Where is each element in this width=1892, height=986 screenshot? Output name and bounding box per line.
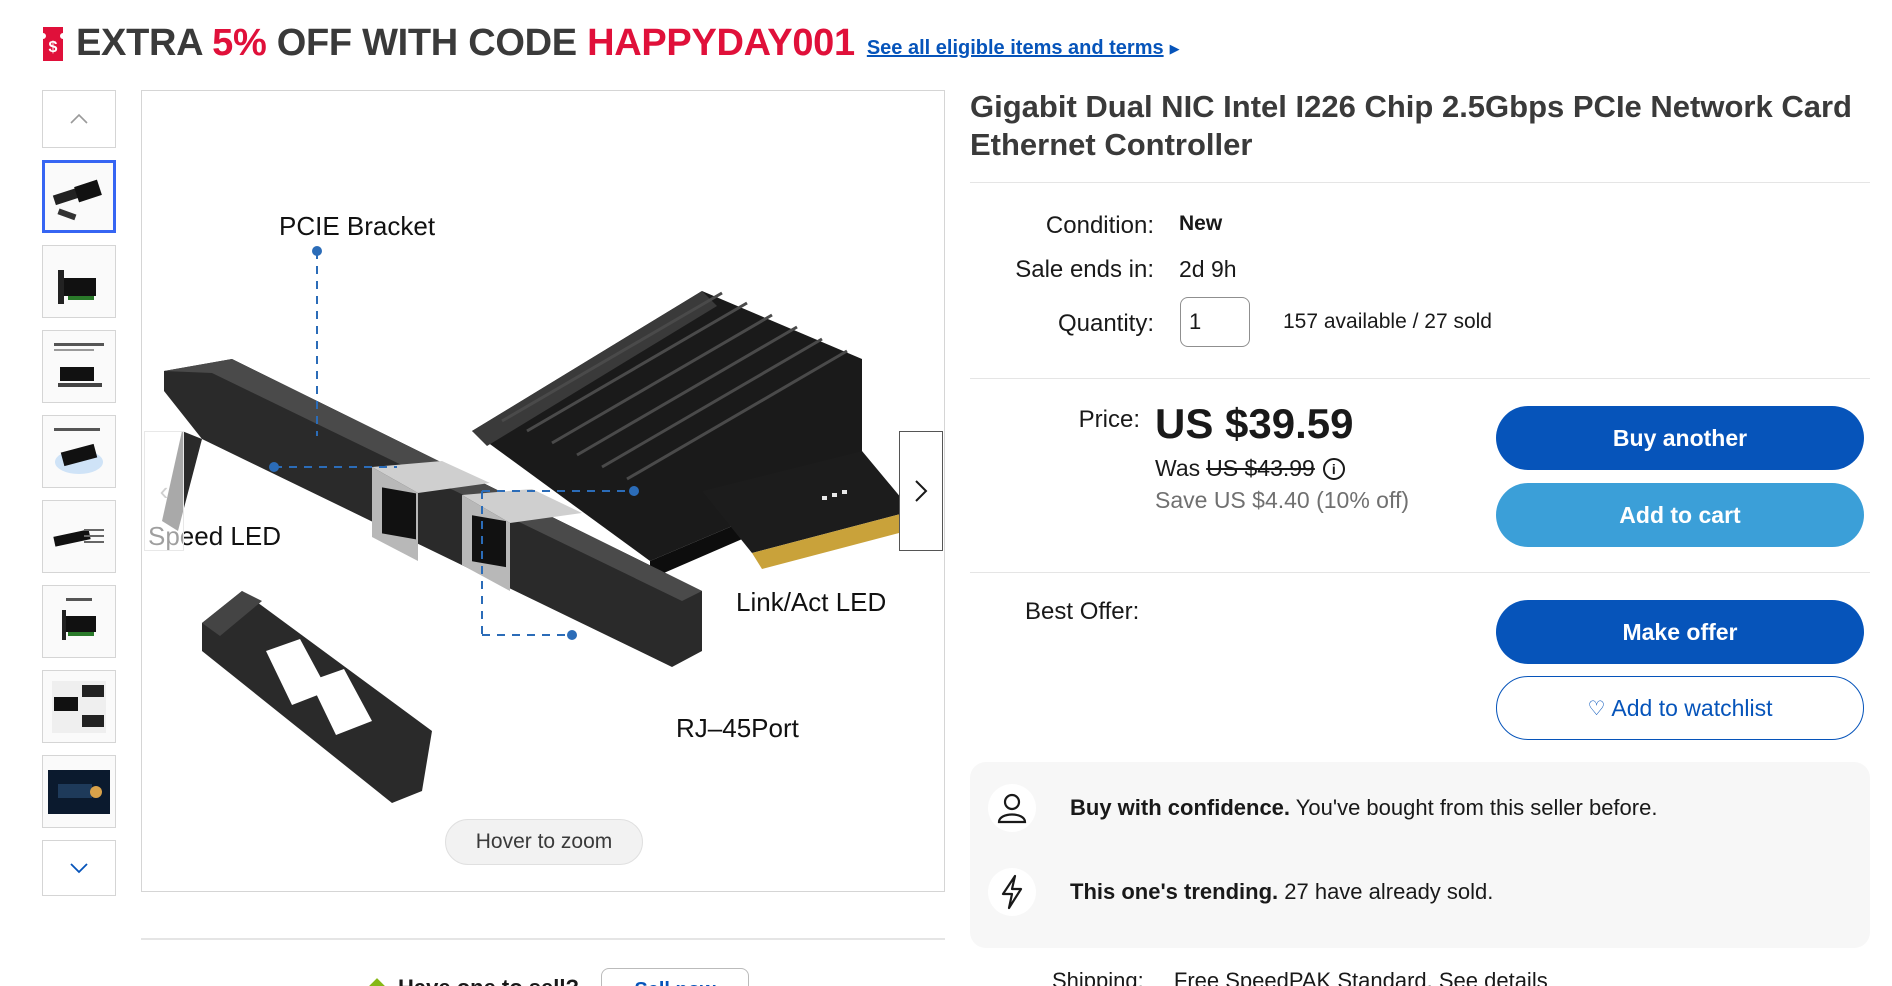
chevron-up-icon: [70, 113, 88, 124]
info-icon[interactable]: i: [1322, 457, 1345, 480]
was-label: Was: [1155, 455, 1201, 481]
label-link-act-led: Link/Act LED: [736, 587, 887, 617]
thumbnail-3[interactable]: [42, 330, 116, 403]
label-pcie-bracket: PCIE Bracket: [279, 211, 436, 241]
promo-banner: $ EXTRA 5% OFF WITH CODE HAPPYDAY001 See…: [40, 22, 1180, 65]
divider: [970, 572, 1870, 573]
confidence-text: Buy with confidence. You've bought from …: [1070, 795, 1658, 820]
gallery-divider: [141, 938, 945, 940]
thumbnail-image: [62, 597, 96, 640]
make-offer-button[interactable]: Make offer: [1496, 600, 1864, 664]
trending-row: This one's trending. 27 have already sol…: [988, 868, 1493, 916]
thumbnail-image: [54, 342, 104, 387]
thumbnail-1[interactable]: [42, 160, 116, 233]
trending-text: This one's trending. 27 have already sol…: [1070, 879, 1494, 904]
shipping-row: Shipping: Free SpeedPAK Standard. See de…: [1052, 968, 1548, 986]
coupon-tag-icon: $: [43, 26, 63, 61]
divider: [970, 378, 1870, 379]
was-price-row: Was US $43.99 i: [1155, 455, 1345, 482]
label-rj45-port: RJ–45Port: [676, 713, 799, 743]
sell-one-prompt: Have one to sell? Sell now: [367, 968, 749, 986]
main-product-image[interactable]: PCIE Bracket Speed LED Link/Act LED RJ–4…: [141, 90, 945, 892]
availability-text: 157 available / 27 sold: [1283, 310, 1492, 333]
thumbnail-scroll-up-button[interactable]: [42, 90, 116, 148]
listing-title: Gigabit Dual NIC Intel I226 Chip 2.5Gbps…: [970, 89, 1852, 162]
thumbnail-6[interactable]: [42, 585, 116, 658]
caret-right-icon: ▶: [1169, 40, 1180, 56]
thumbnail-8[interactable]: [42, 755, 116, 828]
hover-to-zoom-hint: Hover to zoom: [445, 819, 643, 865]
thumbnail-image: [48, 769, 110, 814]
heart-icon: ♡: [1587, 697, 1606, 720]
thumbnail-strip: [42, 90, 116, 896]
confidence-row: Buy with confidence. You've bought from …: [988, 784, 1657, 832]
promo-headline: EXTRA 5% OFF WITH CODE HAPPYDAY001: [76, 22, 855, 64]
shipping-label: Shipping:: [1052, 968, 1144, 986]
shipping-value: Free SpeedPAK Standard. See details: [1173, 968, 1548, 986]
thumbnail-2[interactable]: [42, 245, 116, 318]
quantity-input[interactable]: [1180, 297, 1250, 347]
thumbnail-5[interactable]: [42, 500, 116, 573]
sale-ends-value: 2d 9h: [1179, 256, 1237, 282]
network-card-image: [162, 246, 922, 803]
sale-ends-label: Sale ends in:: [1015, 256, 1154, 283]
price-label: Price:: [1078, 406, 1140, 433]
watchlist-label: Add to watchlist: [1611, 694, 1773, 721]
next-image-button[interactable]: [899, 431, 943, 551]
quantity-label: Quantity:: [1057, 310, 1154, 337]
current-price: US $39.59: [1155, 400, 1354, 447]
sell-now-button[interactable]: Sell now: [600, 968, 749, 986]
thumbnail-image: [52, 680, 106, 733]
lightning-icon: [988, 868, 1036, 916]
sell-diamond-icon: [367, 978, 387, 986]
thumbnail-image: [53, 528, 104, 547]
thumbnail-scroll-down-button[interactable]: [42, 840, 116, 896]
chevron-right-icon: [915, 480, 928, 502]
chevron-down-icon: [70, 863, 88, 874]
thumbnail-image: [58, 269, 96, 304]
thumbnail-image: [52, 179, 102, 220]
add-to-cart-button[interactable]: Add to cart: [1496, 483, 1864, 547]
best-offer-label: Best Offer:: [1025, 598, 1140, 625]
person-icon: [988, 784, 1036, 832]
buy-another-button[interactable]: Buy another: [1496, 406, 1864, 470]
svg-text:$: $: [49, 39, 58, 56]
eligible-items-link[interactable]: See all eligible items and terms: [867, 37, 1164, 60]
condition-label: Condition:: [1045, 212, 1154, 239]
confidence-panel: Buy with confidence. You've bought from …: [970, 762, 1870, 948]
chevron-left-icon: ‹: [159, 475, 169, 506]
sell-one-label: Have one to sell?: [398, 975, 579, 986]
previous-image-button[interactable]: ‹: [144, 431, 184, 551]
thumbnail-image: [54, 427, 103, 474]
low-profile-bracket: [202, 591, 432, 803]
thumbnail-4[interactable]: [42, 415, 116, 488]
thumbnail-7[interactable]: [42, 670, 116, 743]
was-price: US $43.99: [1206, 455, 1315, 481]
condition-value: New: [1179, 212, 1223, 235]
savings-text: Save US $4.40 (10% off): [1155, 487, 1409, 513]
add-to-watchlist-button[interactable]: ♡ Add to watchlist: [1496, 676, 1864, 740]
divider: [970, 182, 1870, 183]
